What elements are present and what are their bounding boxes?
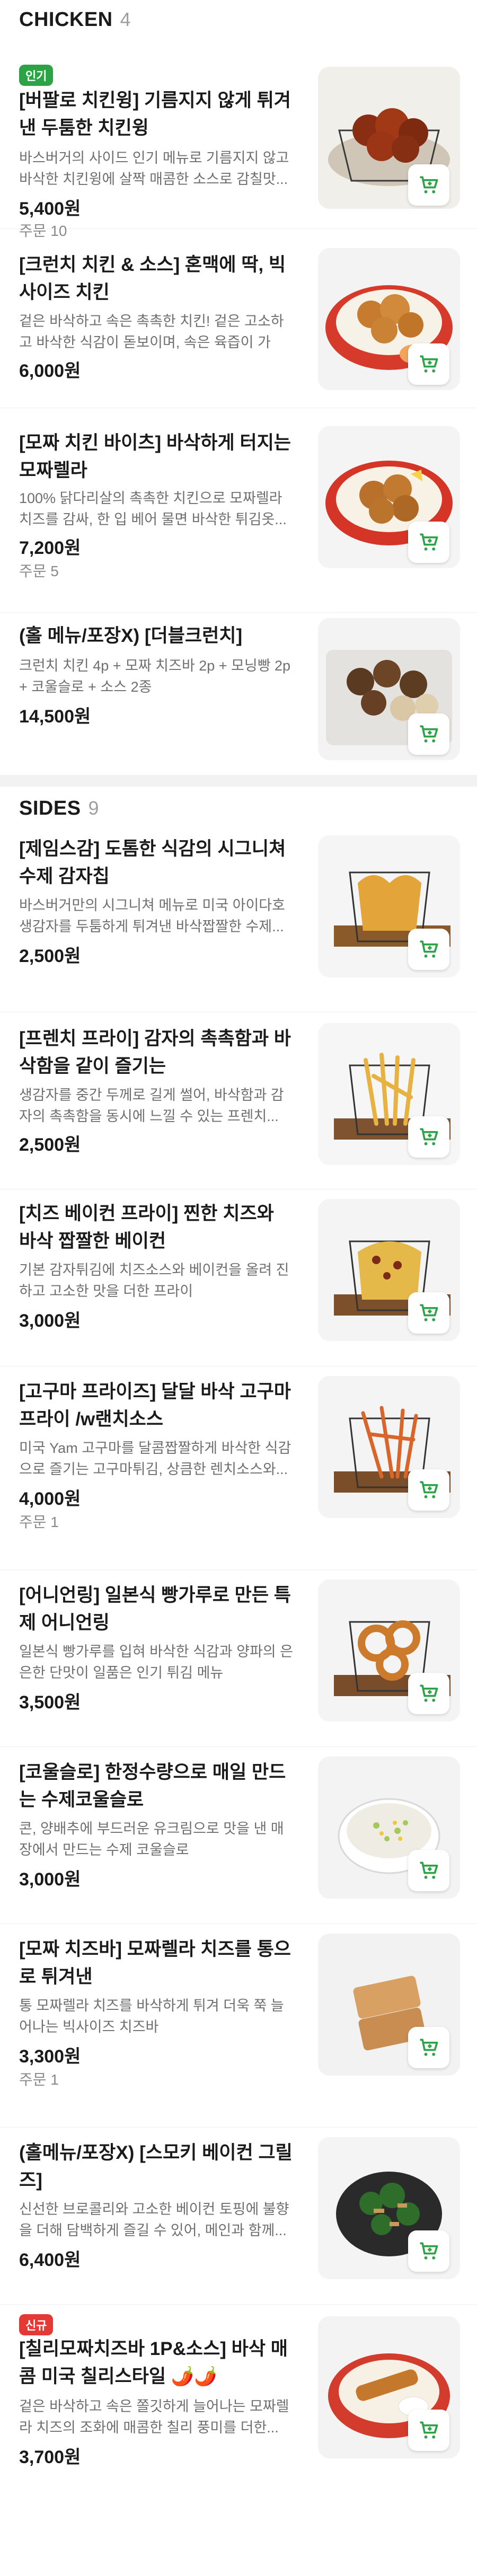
item-description: 겉은 바삭하고 속은 쫄깃하게 늘어나는 모짜렐라 치즈의 조화에 매콤한 칠리… bbox=[19, 2398, 289, 2436]
item-order-count: 주문 1 bbox=[19, 1514, 59, 1530]
add-to-cart-button[interactable] bbox=[408, 343, 449, 385]
item-title: [버팔로 치킨윙] 기름지지 않게 튀겨낸 두툼한 치킨윙 bbox=[19, 90, 292, 138]
section-sides: SIDES 9 [제임스감] 도톰한 식감의 시그니쳐 수제 감자칩 바스버거만… bbox=[0, 787, 477, 2486]
item-price: 2,500원 bbox=[19, 946, 81, 966]
item-description: 콘, 양배추에 부드러운 유크림으로 맛을 낸 매장에서 만드는 수제 코울슬로 bbox=[19, 1821, 284, 1858]
item-title: (홀 메뉴/포장X) [더블크런치] bbox=[19, 625, 243, 646]
item-description: 미국 Yam 고구마를 달콤짭짤하게 바삭한 식감으로 즐기는 고구마튀김, 상… bbox=[19, 1440, 292, 1477]
add-to-cart-button[interactable] bbox=[408, 1292, 449, 1334]
menu-item[interactable]: [모짜 치킨 바이츠] 바삭하게 터지는 모짜렐라 100% 닭다리살의 촉촉한… bbox=[0, 408, 477, 613]
item-order-count: 주문 5 bbox=[19, 563, 59, 579]
menu-item[interactable]: [프렌치 프라이] 감자의 촉촉함과 바삭함을 같이 즐기는 생감자를 중간 두… bbox=[0, 1012, 477, 1189]
add-to-cart-button[interactable] bbox=[408, 1850, 449, 1891]
item-description: 신선한 브로콜리와 고소한 베이컨 토핑에 불향을 더해 담백하게 즐길 수 있… bbox=[19, 2201, 289, 2238]
cart-icon bbox=[420, 1128, 438, 1145]
menu-item[interactable]: [제임스감] 도톰한 식감의 시그니쳐 수제 감자칩 바스버거만의 시그니쳐 메… bbox=[0, 835, 477, 1012]
item-price: 3,000원 bbox=[19, 1311, 81, 1331]
add-to-cart-button[interactable] bbox=[408, 1673, 449, 1714]
cart-icon bbox=[420, 533, 438, 551]
cart-icon bbox=[420, 1304, 438, 1321]
item-price: 3,700원 bbox=[19, 2447, 81, 2467]
item-price: 6,400원 bbox=[19, 2250, 81, 2270]
menu-item[interactable]: 신규 [칠리모짜치즈바 1P&소스] 바삭 매콤 미국 칠리스타일 🌶️🌶️ 겉… bbox=[0, 2305, 477, 2486]
item-description: 통 모짜렐라 치즈를 바삭하게 튀겨 더욱 쭉 늘어나는 빅사이즈 치즈바 bbox=[19, 1998, 284, 2035]
menu-item[interactable]: [고구마 프라이즈] 달달 바삭 고구마 프라이 /w랜치소스 미국 Yam 고… bbox=[0, 1366, 477, 1570]
section-title: SIDES bbox=[19, 797, 81, 819]
item-description: 바스버거의 사이드 인기 메뉴로 기름지지 않고 바삭한 치킨윙에 살짝 매콤한… bbox=[19, 150, 289, 187]
add-to-cart-button[interactable] bbox=[408, 929, 449, 970]
item-order-count: 주문 1 bbox=[19, 2071, 59, 2088]
item-title: [프렌치 프라이] 감자의 촉촉함과 바삭함을 같이 즐기는 bbox=[19, 1028, 292, 1077]
add-to-cart-button[interactable] bbox=[408, 2027, 449, 2068]
add-to-cart-button[interactable] bbox=[408, 2230, 449, 2272]
cart-icon bbox=[420, 725, 438, 743]
item-title: [제임스감] 도톰한 식감의 시그니쳐 수제 감자칩 bbox=[19, 839, 286, 887]
item-description: 100% 닭다리살의 촉촉한 치킨으로 모짜렐라 치즈를 감싸, 한 입 베어 … bbox=[19, 490, 287, 527]
item-price: 3,500원 bbox=[19, 1692, 81, 1713]
menu-item[interactable]: (홀 메뉴/포장X) [더블크런치] 크런치 치킨 4p + 모짜 치즈바 2p… bbox=[0, 613, 477, 775]
cart-icon bbox=[420, 1481, 438, 1498]
item-title: [칠리모짜치즈바 1P&소스] 바삭 매콤 미국 칠리스타일 🌶️🌶️ bbox=[19, 2339, 288, 2387]
cart-icon bbox=[420, 2039, 438, 2056]
item-description: 일본식 빵가루를 입혀 바삭한 식감과 양파의 은은한 단맛이 일품은 인기 튀… bbox=[19, 1644, 293, 1681]
item-price: 14,500원 bbox=[19, 707, 91, 727]
menu-item[interactable]: (홀메뉴/포장X) [스모키 베이컨 그릴즈] 신선한 브로콜리와 고소한 베이… bbox=[0, 2128, 477, 2305]
add-to-cart-button[interactable] bbox=[408, 522, 449, 563]
section-title: CHICKEN bbox=[19, 8, 113, 31]
item-price: 5,400원 bbox=[19, 199, 81, 219]
item-title: [크런치 치킨 & 소스] 혼맥에 딱, 빅사이즈 치킨 bbox=[19, 254, 286, 303]
menu-item[interactable]: [모짜 치즈바] 모짜렐라 치즈를 통으로 튀겨낸 통 모짜렐라 치즈를 바삭하… bbox=[0, 1924, 477, 2128]
cart-icon bbox=[420, 940, 438, 958]
add-to-cart-button[interactable] bbox=[408, 1116, 449, 1158]
add-to-cart-button[interactable] bbox=[408, 713, 449, 755]
item-price: 4,000원 bbox=[19, 1489, 81, 1509]
item-description: 생감자를 중간 두께로 길게 썰어, 바삭함과 감자의 촉촉함을 동시에 느낄 … bbox=[19, 1087, 284, 1124]
menu-item[interactable]: 인기 [버팔로 치킨윙] 기름지지 않게 튀겨낸 두툼한 치킨윙 바스버거의 사… bbox=[0, 45, 477, 239]
item-title: [고구마 프라이즈] 달달 바삭 고구마 프라이 /w랜치소스 bbox=[19, 1381, 292, 1430]
popular-badge: 인기 bbox=[19, 65, 54, 86]
add-to-cart-button[interactable] bbox=[408, 164, 449, 206]
new-badge: 신규 bbox=[19, 2314, 54, 2335]
item-title: [치즈 베이컨 프라이] 찐한 치즈와 바삭 짭짤한 베이컨 bbox=[19, 1203, 274, 1251]
add-to-cart-button[interactable] bbox=[408, 1469, 449, 1511]
section-count: 9 bbox=[88, 797, 99, 819]
item-price: 2,500원 bbox=[19, 1135, 81, 1155]
menu-item[interactable]: [어니언링] 일본식 빵가루로 만든 특제 어니언링 일본식 빵가루를 입혀 바… bbox=[0, 1570, 477, 1747]
menu-item[interactable]: [코울슬로] 한정수량으로 매일 만드는 수제코울슬로 콘, 양배추에 부드러운… bbox=[0, 1747, 477, 1924]
cart-icon bbox=[420, 176, 438, 193]
section-count: 4 bbox=[120, 8, 131, 30]
item-price: 3,000원 bbox=[19, 1869, 81, 1890]
item-title: [모짜 치킨 바이츠] 바삭하게 터지는 모짜렐라 bbox=[19, 433, 292, 481]
menu-item[interactable]: [크런치 치킨 & 소스] 혼맥에 딱, 빅사이즈 치킨 겉은 바삭하고 속은 … bbox=[0, 229, 477, 408]
section-header: SIDES 9 bbox=[0, 787, 477, 835]
item-title: (홀메뉴/포장X) [스모키 베이컨 그릴즈] bbox=[19, 2142, 293, 2191]
add-to-cart-button[interactable] bbox=[408, 2410, 449, 2451]
item-title: [어니언링] 일본식 빵가루로 만든 특제 어니언링 bbox=[19, 1585, 292, 1633]
item-description: 크런치 치킨 4p + 모짜 치즈바 2p + 모닝빵 2p + 코울슬로 + … bbox=[19, 658, 291, 695]
item-title: [모짜 치즈바] 모짜렐라 치즈를 통으로 튀겨낸 bbox=[19, 1939, 292, 1987]
cart-icon bbox=[420, 1684, 438, 1702]
cart-icon bbox=[420, 2242, 438, 2260]
item-description: 겉은 바삭하고 속은 촉촉한 치킨! 겉은 고소하고 바삭한 식감이 돋보이며,… bbox=[19, 313, 284, 350]
item-price: 3,300원 bbox=[19, 2046, 81, 2067]
item-price: 7,200원 bbox=[19, 538, 81, 558]
item-description: 바스버거만의 시그니쳐 메뉴로 미국 아이다호 생감자를 두툼하게 튀겨낸 바삭… bbox=[19, 897, 285, 934]
section-header: CHICKEN 4 bbox=[0, 0, 477, 45]
section-chicken: CHICKEN 4 인기 [버팔로 치킨윙] 기름지지 않게 튀겨낸 두툼한 치… bbox=[0, 0, 477, 775]
cart-icon bbox=[420, 355, 438, 373]
section-divider bbox=[0, 775, 477, 787]
cart-icon bbox=[420, 2421, 438, 2439]
menu-item[interactable]: [치즈 베이컨 프라이] 찐한 치즈와 바삭 짭짤한 베이컨 기본 감자튀김에 … bbox=[0, 1189, 477, 1366]
item-price: 6,000원 bbox=[19, 361, 81, 381]
cart-icon bbox=[420, 1862, 438, 1879]
item-description: 기본 감자튀김에 치즈소스와 베이컨을 올려 진하고 고소한 맛을 더한 프라이 bbox=[19, 1262, 289, 1299]
item-title: [코울슬로] 한정수량으로 매일 만드는 수제코울슬로 bbox=[19, 1762, 286, 1810]
